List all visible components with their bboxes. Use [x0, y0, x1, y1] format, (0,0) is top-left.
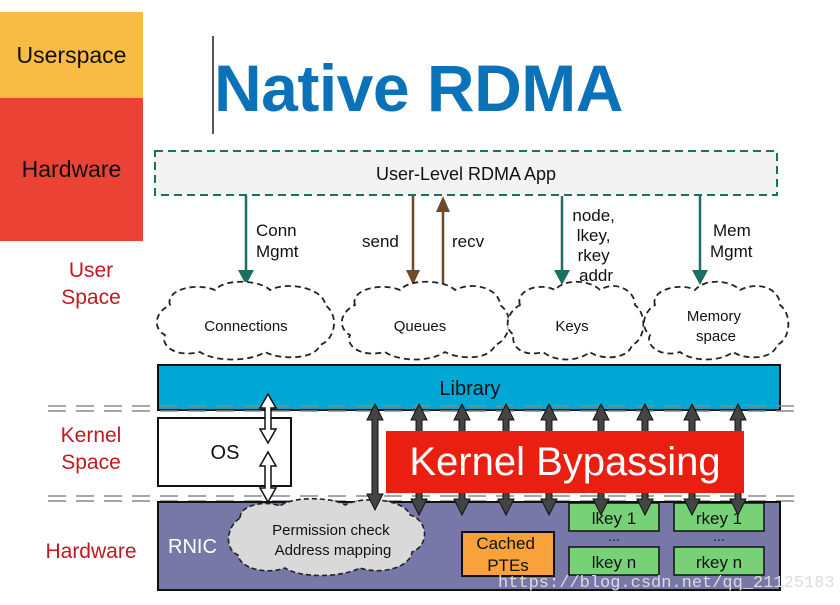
send-label: send — [362, 232, 399, 251]
recv-arrow — [436, 196, 450, 288]
cloud-memory-line2: space — [696, 328, 736, 345]
lkeyn-label: lkey n — [592, 553, 636, 572]
bypass-arrow — [366, 402, 384, 512]
cloud-queues-label: Queues — [394, 318, 447, 335]
os-label: OS — [211, 442, 240, 464]
rnic-label: RNIC — [168, 536, 217, 558]
send-arrow — [406, 196, 420, 285]
lkey-dots: ... — [608, 528, 620, 544]
keys-line2: lkey, — [577, 226, 611, 245]
conn-mgmt-line1: Conn — [256, 221, 297, 240]
rnic-permission-line2: Address mapping — [275, 542, 392, 559]
keys-arrow-label: node, lkey, rkey addr — [572, 206, 619, 285]
cloud-keys-label: Keys — [555, 318, 588, 335]
cached-ptes-line2: PTEs — [487, 556, 529, 575]
recv-label: recv — [452, 232, 485, 251]
rkey1-label: rkey 1 — [696, 509, 742, 528]
rnic-permission-line1: Permission check — [272, 522, 390, 539]
conn-mgmt-arrow — [238, 196, 254, 285]
cloud-connections-label: Connections — [204, 318, 287, 335]
mem-mgmt-label: Mem Mgmt — [710, 221, 756, 261]
kernel-bypassing-banner: Kernel Bypassing — [386, 431, 744, 493]
lkey1-label: lkey 1 — [592, 509, 636, 528]
cloud-memory-line1: Memory — [687, 308, 742, 325]
rkeyn-label: rkey n — [696, 553, 742, 572]
keys-line1: node, — [572, 206, 615, 225]
diagram-canvas: User-Level RDMA App Conn Mgmt send recv … — [48, 150, 798, 591]
cached-ptes-line1: Cached — [476, 534, 535, 553]
conn-mgmt-line2: Mgmt — [256, 242, 299, 261]
keys-line3: rkey — [578, 246, 611, 265]
app-label: User-Level RDMA App — [376, 164, 556, 184]
conn-mgmt-label: Conn Mgmt — [256, 221, 301, 261]
library-label: Library — [439, 378, 500, 400]
keys-arrow — [554, 196, 570, 285]
mem-mgmt-line1: Mem — [713, 221, 751, 240]
watermark: https://blog.csdn.net/qq_21125183 — [498, 574, 835, 593]
mem-mgmt-line2: Mgmt — [710, 242, 753, 261]
mem-mgmt-arrow — [692, 196, 708, 285]
rkey-dots: ... — [713, 528, 725, 544]
keys-line4: addr — [579, 266, 613, 285]
